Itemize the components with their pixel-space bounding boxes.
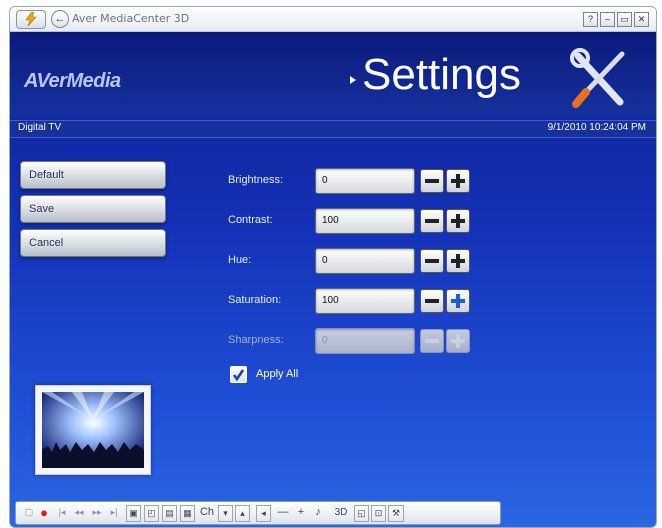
video-preview-thumbnail[interactable] bbox=[35, 385, 151, 475]
default-button-label: Default bbox=[29, 169, 64, 181]
minus-icon bbox=[425, 219, 439, 223]
audio-icon[interactable]: ♪ bbox=[312, 505, 324, 520]
brightness-increase-button[interactable] bbox=[446, 169, 470, 193]
back-button[interactable]: ← bbox=[51, 10, 69, 28]
concert-preview-image bbox=[42, 392, 144, 468]
channel-down-icon[interactable]: ▾ bbox=[218, 505, 233, 522]
minimize-button[interactable]: – bbox=[600, 12, 615, 27]
contrast-increase-button[interactable] bbox=[446, 209, 470, 233]
channel-label: Ch bbox=[199, 506, 215, 518]
header-banner: AVerMedia Settings bbox=[10, 32, 656, 117]
plus-icon bbox=[451, 214, 465, 228]
brand-logo: AVerMedia bbox=[24, 70, 121, 92]
contrast-field[interactable]: 100 bbox=[315, 208, 415, 234]
brightness-field[interactable]: 0 bbox=[315, 168, 415, 194]
volume-down-icon[interactable]: — bbox=[276, 505, 290, 520]
teletext-icon[interactable]: ▦ bbox=[180, 505, 195, 522]
minus-icon bbox=[425, 339, 439, 343]
lightning-icon bbox=[25, 12, 37, 26]
hue-decrease-button[interactable] bbox=[420, 249, 444, 273]
channel-up-icon[interactable]: ▴ bbox=[235, 505, 250, 522]
default-button[interactable]: Default bbox=[20, 161, 166, 189]
brightness-label: Brightness: bbox=[228, 174, 284, 186]
stop-icon[interactable]: ▢ bbox=[24, 505, 34, 520]
app-window: ← Aver MediaCenter 3D ? – ▭ ✕ AVerMedia … bbox=[9, 6, 657, 528]
apply-all-checkbox[interactable] bbox=[230, 366, 247, 383]
hue-value: 0 bbox=[322, 255, 328, 266]
rewind-icon[interactable]: ◂◂ bbox=[72, 505, 86, 520]
settings-stage: AVerMedia Settings Digital TV 9/1/2010 1… bbox=[10, 32, 656, 527]
checkmark-icon bbox=[233, 369, 245, 381]
info-bar: Digital TV 9/1/2010 10:24:04 PM bbox=[10, 120, 656, 138]
tools-small-icon[interactable]: ⚒ bbox=[388, 505, 404, 522]
minus-icon bbox=[425, 299, 439, 303]
cancel-button-label: Cancel bbox=[29, 237, 64, 249]
title-bar: ← Aver MediaCenter 3D ? – ▭ ✕ bbox=[10, 7, 656, 32]
plus-icon bbox=[451, 294, 465, 308]
help-button[interactable]: ? bbox=[583, 12, 598, 27]
close-button[interactable]: ✕ bbox=[634, 12, 649, 27]
minus-icon bbox=[425, 259, 439, 263]
fullscreen-icon[interactable]: ⊡ bbox=[371, 505, 386, 522]
saturation-label: Saturation: bbox=[228, 294, 282, 306]
title-bullet-icon bbox=[350, 76, 356, 84]
saturation-decrease-button[interactable] bbox=[420, 289, 444, 313]
sharpness-decrease-button bbox=[420, 329, 444, 353]
brightness-value: 0 bbox=[322, 175, 328, 186]
plus-icon bbox=[451, 174, 465, 188]
sharpness-label: Sharpness: bbox=[228, 334, 284, 346]
saturation-increase-button[interactable] bbox=[446, 289, 470, 313]
volume-up-icon[interactable]: + bbox=[294, 505, 308, 520]
sharpness-value: 0 bbox=[322, 335, 328, 346]
apply-all-label: Apply All bbox=[256, 368, 299, 380]
aspect-ratio-icon[interactable]: ◱ bbox=[354, 505, 369, 522]
saturation-value: 100 bbox=[322, 295, 339, 306]
plus-icon bbox=[451, 254, 465, 268]
record-icon[interactable]: ● bbox=[38, 505, 50, 520]
contrast-label: Contrast: bbox=[228, 214, 273, 226]
source-label: Digital TV bbox=[18, 122, 62, 133]
fast-forward-icon[interactable]: ▸▸ bbox=[90, 505, 104, 520]
app-menu-button[interactable] bbox=[16, 10, 46, 29]
skip-back-icon[interactable]: |◂ bbox=[56, 505, 68, 520]
saturation-field[interactable]: 100 bbox=[315, 288, 415, 314]
sharpness-field: 0 bbox=[315, 328, 415, 354]
brightness-decrease-button[interactable] bbox=[420, 169, 444, 193]
page-title: Settings bbox=[362, 50, 521, 99]
mute-speaker-icon[interactable]: ◂ bbox=[256, 505, 271, 522]
window-title: Aver MediaCenter 3D bbox=[72, 12, 190, 25]
skip-forward-icon[interactable]: ▸| bbox=[108, 505, 120, 520]
contrast-decrease-button[interactable] bbox=[420, 209, 444, 233]
hue-increase-button[interactable] bbox=[446, 249, 470, 273]
maximize-button[interactable]: ▭ bbox=[617, 12, 632, 27]
clock-label: 9/1/2010 10:24:04 PM bbox=[547, 122, 646, 133]
plus-icon bbox=[451, 334, 465, 348]
hue-field[interactable]: 0 bbox=[315, 248, 415, 274]
3d-mode-label[interactable]: 3D bbox=[332, 505, 350, 520]
minus-icon bbox=[425, 179, 439, 183]
playback-toolbar: ▢ ● |◂ ◂◂ ▸▸ ▸| ▣ ◰ ▤ ▦ Ch ▾ ▴ ◂ — + ♪ 3… bbox=[15, 501, 501, 525]
save-button-label: Save bbox=[29, 203, 55, 215]
pip-icon[interactable]: ◰ bbox=[144, 505, 159, 522]
hue-label: Hue: bbox=[228, 254, 252, 266]
epg-icon[interactable]: ▤ bbox=[162, 505, 177, 522]
cancel-button[interactable]: Cancel bbox=[20, 229, 166, 257]
sharpness-increase-button bbox=[446, 329, 470, 353]
back-arrow-icon: ← bbox=[54, 13, 66, 25]
contrast-value: 100 bbox=[322, 215, 339, 226]
tools-icon bbox=[570, 48, 625, 108]
save-button[interactable]: Save bbox=[20, 195, 166, 223]
snapshot-icon[interactable]: ▣ bbox=[126, 505, 141, 522]
